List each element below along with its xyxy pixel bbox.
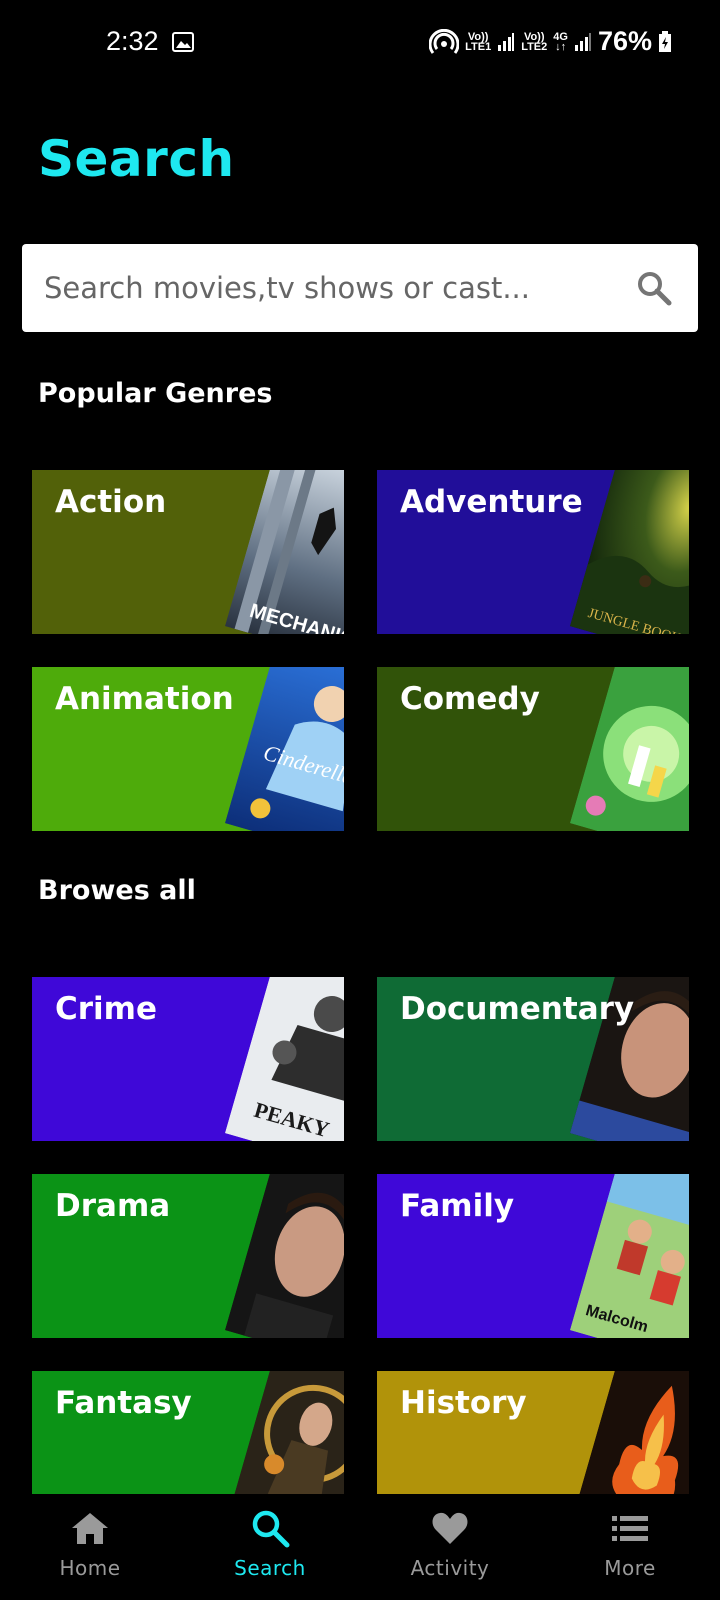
genre-tile-documentary[interactable]: Documentary xyxy=(377,977,689,1141)
genre-label: Animation xyxy=(55,681,234,717)
cinderella-poster: Cinderella xyxy=(224,667,344,831)
gallery-icon xyxy=(172,32,194,52)
battery-icon xyxy=(659,30,671,52)
genre-label: Fantasy xyxy=(55,1385,192,1421)
net-label-1: Vo)) LTE1 xyxy=(465,30,492,53)
fire-poster xyxy=(569,1371,689,1494)
home-icon xyxy=(72,1513,108,1544)
status-icons: Vo)) LTE1 Vo)) LTE2 4G ↓↑ 76% xyxy=(429,26,672,57)
list-icon xyxy=(612,1516,648,1541)
bottom-nav: Home Search Activity More xyxy=(0,1494,720,1600)
genre-tile-crime[interactable]: Crime PEAKY xyxy=(32,977,344,1141)
nav-label: Search xyxy=(234,1556,306,1580)
genre-label: Documentary xyxy=(400,991,635,1027)
hotspot-icon xyxy=(429,28,460,54)
genre-tile-family[interactable]: Family Malcolm xyxy=(377,1174,689,1338)
portrait-poster-2 xyxy=(224,1174,344,1338)
genre-tile-adventure[interactable]: Adventure JUNGLE BOOK xyxy=(377,470,689,634)
net-label-3: 4G ↓↑ xyxy=(553,30,568,53)
search-bar[interactable] xyxy=(22,244,698,332)
signal-icon-2 xyxy=(574,32,591,51)
genre-tile-comedy[interactable]: Comedy xyxy=(377,667,689,831)
peaky-blinders-poster: PEAKY xyxy=(224,977,344,1141)
status-bar: 2:32 Vo)) LTE1 Vo)) LTE2 4G ↓↑ 76% xyxy=(0,0,720,90)
nav-home[interactable]: Home xyxy=(0,1494,180,1600)
genre-tile-action[interactable]: Action MECHANIC xyxy=(32,470,344,634)
nav-search[interactable]: Search xyxy=(180,1494,360,1600)
signal-icon xyxy=(498,32,515,51)
page-title: Search xyxy=(38,130,235,188)
mechanic-poster: MECHANIC xyxy=(224,470,344,634)
status-time: 2:32 xyxy=(106,26,159,56)
genre-tile-history[interactable]: History xyxy=(377,1371,689,1494)
genre-tile-drama[interactable]: Drama xyxy=(32,1174,344,1338)
nav-label: More xyxy=(604,1556,656,1580)
net-label-2: Vo)) LTE2 xyxy=(521,30,548,53)
jungle-book-poster: JUNGLE BOOK xyxy=(569,470,689,634)
loki-poster xyxy=(224,1371,344,1494)
nav-activity[interactable]: Activity xyxy=(360,1494,540,1600)
search-icon[interactable] xyxy=(636,270,672,306)
popular-genres-title: Popular Genres xyxy=(38,378,273,409)
nav-label: Home xyxy=(59,1556,121,1580)
heart-icon xyxy=(432,1512,468,1544)
genre-label: Drama xyxy=(55,1188,171,1224)
genre-label: Crime xyxy=(55,991,157,1027)
genre-label: Comedy xyxy=(400,681,540,717)
battery-percent: 76% xyxy=(597,26,652,56)
search-icon xyxy=(252,1510,290,1548)
genre-label: Adventure xyxy=(400,484,583,520)
malcolm-poster: Malcolm xyxy=(569,1174,689,1338)
genre-tile-fantasy[interactable]: Fantasy xyxy=(32,1371,344,1494)
genre-label: Action xyxy=(55,484,167,520)
nav-label: Activity xyxy=(410,1556,490,1580)
rick-and-morty-poster xyxy=(569,667,689,831)
browse-all-title: Browes all xyxy=(38,875,196,906)
nav-more[interactable]: More xyxy=(540,1494,720,1600)
genre-tile-animation[interactable]: Animation Cinderella xyxy=(32,667,344,831)
genre-label: History xyxy=(400,1385,527,1421)
genre-label: Family xyxy=(400,1188,515,1224)
search-input[interactable] xyxy=(44,244,624,332)
